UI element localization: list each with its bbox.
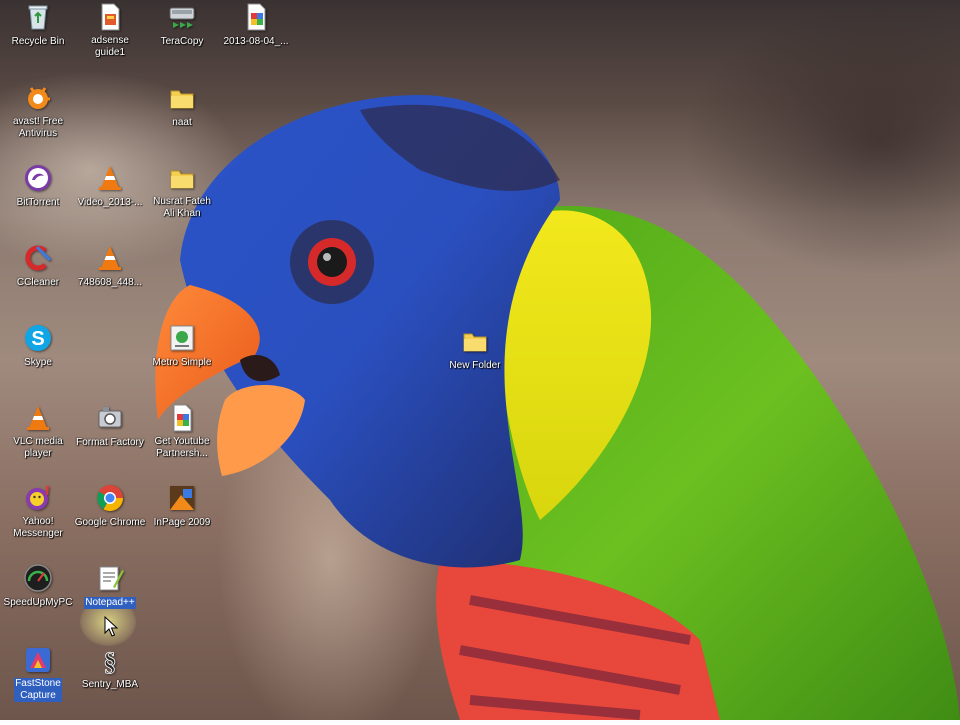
chrome-icon xyxy=(97,485,124,512)
yahoo-messenger-icon xyxy=(26,486,49,510)
avast-icon xyxy=(28,87,50,109)
desktop-icon-video-2013[interactable]: Video_2013-... xyxy=(72,163,148,214)
svg-text:§: § xyxy=(104,647,117,675)
metro-simple-icon xyxy=(170,325,194,351)
vlc-cone-icon xyxy=(99,166,121,190)
desktop-icon-label: Skype xyxy=(24,357,52,368)
desktop-icon-recycle-bin[interactable]: Recycle Bin xyxy=(0,2,76,53)
desktop-icon-label: FastStone Capture xyxy=(14,678,62,702)
desktop-icon-label: VLC media player xyxy=(13,436,63,459)
desktop-icon-label: Recycle Bin xyxy=(11,36,65,47)
desktop-icon-sentry[interactable]: § Sentry_MBA xyxy=(72,645,148,696)
desktop-icon-748608[interactable]: 748608_448... xyxy=(72,243,148,294)
bittorrent-icon xyxy=(25,165,51,191)
desktop-icon-nusrat[interactable]: Nusrat Fateh Ali Khan xyxy=(144,163,220,225)
desktop-icon-label: Sentry_MBA xyxy=(81,679,139,690)
skype-icon: S xyxy=(25,325,51,351)
desktop-icon-label: CCleaner xyxy=(16,277,60,288)
desktop-icon-notepadpp[interactable]: Notepad++ xyxy=(72,563,148,614)
desktop-icon-ccleaner[interactable]: CCleaner xyxy=(0,243,76,294)
desktop-icon-label: TeraCopy xyxy=(160,36,204,47)
desktop-icon-vlc[interactable]: VLC media player xyxy=(0,403,76,465)
desktop-icon-label: Format Factory xyxy=(76,437,144,448)
desktop-icon-get-youtube[interactable]: Get Youtube Partnersh... xyxy=(144,403,220,465)
desktop-icon-label: Nusrat Fateh Ali Khan xyxy=(153,196,211,219)
svg-text:S: S xyxy=(31,328,44,350)
desktop-icon-label: 748608_448... xyxy=(78,277,142,288)
desktop-icon-label: BitTorrent xyxy=(16,197,60,208)
desktop-icon-inpage[interactable]: InPage 2009 xyxy=(144,483,220,534)
desktop-icon-label: Video_2013-... xyxy=(77,197,143,208)
desktop-icon-label: New Folder xyxy=(449,360,501,371)
desktop-icon-label: SpeedUpMyPC xyxy=(3,597,73,608)
desktop-icon-avast[interactable]: avast! Free Antivirus xyxy=(0,83,76,145)
desktop-icon-label: InPage 2009 xyxy=(153,517,211,528)
desktop-icon-faststone[interactable]: FastStone Capture xyxy=(0,645,76,707)
desktop-icon-naat[interactable]: naat xyxy=(144,83,220,134)
recycle-bin-icon xyxy=(28,5,48,30)
folder-icon xyxy=(463,333,487,352)
speedometer-icon xyxy=(24,564,52,592)
sentry-icon: § xyxy=(103,647,117,675)
vlc-cone-icon xyxy=(27,406,49,430)
desktop-icon-label: 2013-08-04_... xyxy=(223,36,289,47)
arrow-pointer-icon xyxy=(104,616,118,637)
desktop-icon-teracopy[interactable]: TeraCopy xyxy=(144,2,220,53)
document-icon xyxy=(101,3,120,31)
vlc-cone-icon xyxy=(99,246,121,270)
desktop-icon-label: Yahoo! Messenger xyxy=(13,516,63,539)
image-file-icon xyxy=(247,3,266,31)
ccleaner-icon xyxy=(25,245,52,271)
desktop-icon-label: Notepad++ xyxy=(84,597,136,609)
desktop-icon-format-factory[interactable]: Format Factory xyxy=(72,403,148,454)
teracopy-icon xyxy=(169,7,195,28)
desktop-icon-label: adsense guide1 xyxy=(91,35,129,58)
folder-icon xyxy=(170,170,194,189)
desktop-icon-speedup[interactable]: SpeedUpMyPC xyxy=(0,563,76,614)
desktop-icon-yahoo[interactable]: Yahoo! Messenger xyxy=(0,483,76,545)
notepadpp-icon xyxy=(99,566,124,591)
desktop-icon-label: Metro Simple xyxy=(152,357,212,368)
desktop-icon-metro-simple[interactable]: Metro Simple xyxy=(144,323,220,374)
inpage-icon xyxy=(170,486,194,510)
desktop-icon-chrome[interactable]: Google Chrome xyxy=(72,483,148,534)
desktop-icon-screenshot-2013[interactable]: 2013-08-04_... xyxy=(218,2,294,53)
desktop-icon-skype[interactable]: S Skype xyxy=(0,323,76,374)
faststone-icon xyxy=(26,648,50,672)
desktop-icon-label: Google Chrome xyxy=(74,517,146,528)
desktop-icon-new-folder[interactable]: New Folder xyxy=(437,326,513,377)
desktop-icon-label: Get Youtube Partnersh... xyxy=(154,436,210,459)
folder-icon xyxy=(170,90,194,109)
image-file-icon xyxy=(173,404,192,432)
format-factory-icon xyxy=(98,407,122,428)
desktop-icon-bittorrent[interactable]: BitTorrent xyxy=(0,163,76,214)
desktop-icon-adsense-guide1[interactable]: adsense guide1 xyxy=(72,2,148,64)
desktop-icon-label: naat xyxy=(172,117,192,128)
desktop-icon-label: avast! Free Antivirus xyxy=(12,116,64,139)
